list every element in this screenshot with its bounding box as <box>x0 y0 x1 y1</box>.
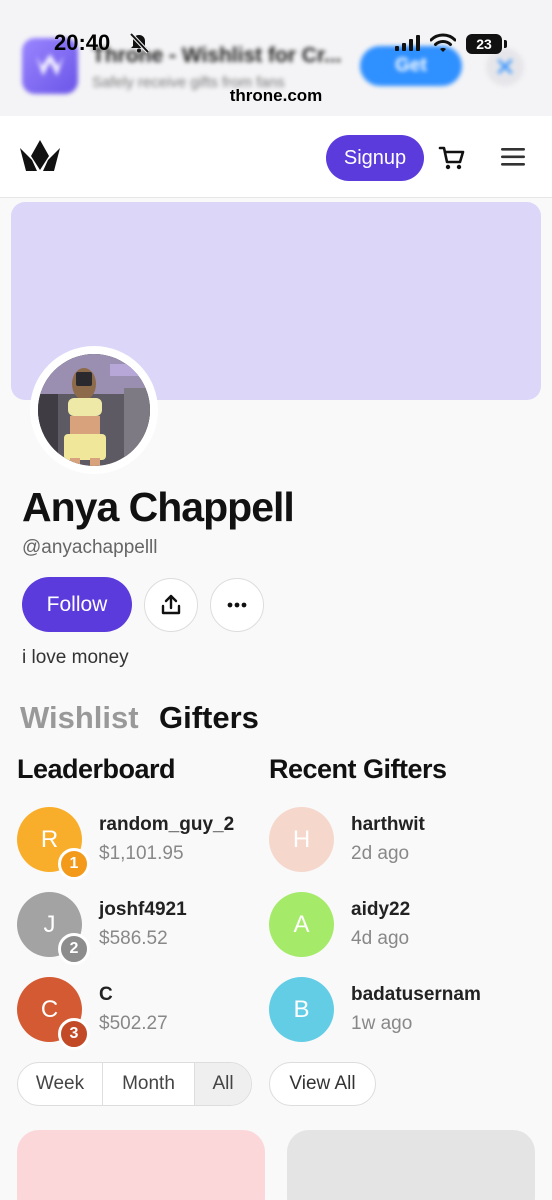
gifter-name: random_guy_2 <box>99 814 235 835</box>
cart-icon[interactable] <box>438 144 466 172</box>
gifter-amount: $1,101.95 <box>99 843 184 864</box>
gifter-amount: $586.52 <box>99 928 168 949</box>
rank-badge: 2 <box>58 933 90 965</box>
leaderboard-item[interactable]: J 2 joshf4921 $586.52 <box>17 892 267 965</box>
wifi-icon <box>430 33 456 52</box>
rank-badge: 3 <box>58 1018 90 1050</box>
gifter-name: harthwit <box>351 814 425 835</box>
filter-week[interactable]: Week <box>18 1063 103 1105</box>
gifter-name: C <box>99 984 113 1005</box>
recent-gifter-item[interactable]: H harthwit 2d ago <box>269 807 519 875</box>
profile-name: Anya Chappell <box>22 484 295 530</box>
signup-button[interactable]: Signup <box>326 135 424 181</box>
recent-gifter-item[interactable]: A aidy22 4d ago <box>269 892 519 960</box>
gift-time: 2d ago <box>351 843 410 864</box>
profile-handle: @anyachappelll <box>22 537 158 558</box>
leaderboard-heading: Leaderboard <box>17 754 176 784</box>
bell-off-icon <box>129 32 150 54</box>
gifter-name: joshf4921 <box>99 899 187 920</box>
leaderboard-item[interactable]: C 3 C $502.27 <box>17 977 267 1050</box>
view-all-button[interactable]: View All <box>269 1062 376 1106</box>
gifter-name: badatusernam <box>351 984 481 1005</box>
leaderboard-item[interactable]: R 1 random_guy_2 $1,101.95 <box>17 807 267 880</box>
throne-logo-icon[interactable] <box>18 138 62 174</box>
battery-indicator: 23 <box>466 34 507 54</box>
top-nav: Signup <box>0 116 552 198</box>
gift-time: 1w ago <box>351 1013 413 1034</box>
share-button[interactable] <box>144 578 198 632</box>
more-options-button[interactable] <box>210 578 264 632</box>
gifter-amount: $502.27 <box>99 1013 168 1034</box>
gift-time: 4d ago <box>351 928 410 949</box>
recent-gifters-heading: Recent Gifters <box>269 754 447 784</box>
menu-icon[interactable] <box>500 146 526 168</box>
recent-gifter-item[interactable]: B badatusernam 1w ago <box>269 977 519 1045</box>
gifter-avatar: H <box>269 807 334 872</box>
wishlist-card[interactable] <box>17 1130 265 1200</box>
filter-all[interactable]: All <box>195 1063 251 1105</box>
follow-button[interactable]: Follow <box>22 577 132 632</box>
more-dots-icon <box>227 602 247 608</box>
status-time: 20:40 <box>54 30 111 55</box>
leaderboard-period-filter: Week Month All <box>17 1062 252 1106</box>
tab-wishlist[interactable]: Wishlist <box>20 700 139 736</box>
share-icon <box>161 594 181 615</box>
tab-gifters[interactable]: Gifters <box>159 700 259 736</box>
profile-bio: i love money <box>22 647 129 668</box>
gifter-name: aidy22 <box>351 899 411 920</box>
rank-badge: 1 <box>58 848 90 880</box>
profile-avatar[interactable] <box>38 354 150 466</box>
browser-domain[interactable]: throne.com <box>0 86 552 106</box>
cellular-signal-icon <box>395 35 420 51</box>
filter-month[interactable]: Month <box>103 1063 195 1105</box>
gifter-avatar: A <box>269 892 334 957</box>
wishlist-card[interactable] <box>287 1130 535 1200</box>
gifter-avatar: B <box>269 977 334 1042</box>
